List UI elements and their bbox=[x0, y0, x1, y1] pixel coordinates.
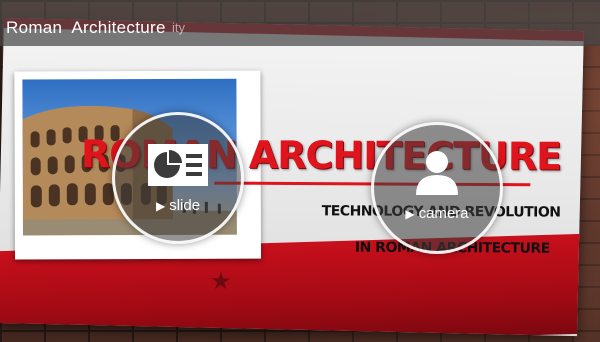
video-title[interactable]: Roman Architecture bbox=[6, 18, 166, 38]
play-icon: ▶ bbox=[155, 199, 166, 213]
play-slide-button[interactable]: ▶ slide bbox=[112, 112, 244, 244]
play-camera-button[interactable]: ▶ camera bbox=[371, 122, 503, 254]
star-icon: ★ bbox=[209, 267, 232, 296]
play-icon: ▶ bbox=[405, 207, 415, 221]
play-slide-label: ▶ slide bbox=[155, 197, 201, 214]
slide-icon bbox=[147, 143, 209, 192]
person-icon bbox=[412, 147, 462, 202]
title-bar-ghost-text: ity bbox=[172, 20, 185, 35]
play-camera-label: ▶ camera bbox=[405, 205, 469, 222]
title-bar: ity Roman Architecture bbox=[0, 0, 600, 46]
player-stage: ★ ROMAN ARCHITECTURE TECHNOLOGY REVOLUTI… bbox=[0, 0, 600, 342]
